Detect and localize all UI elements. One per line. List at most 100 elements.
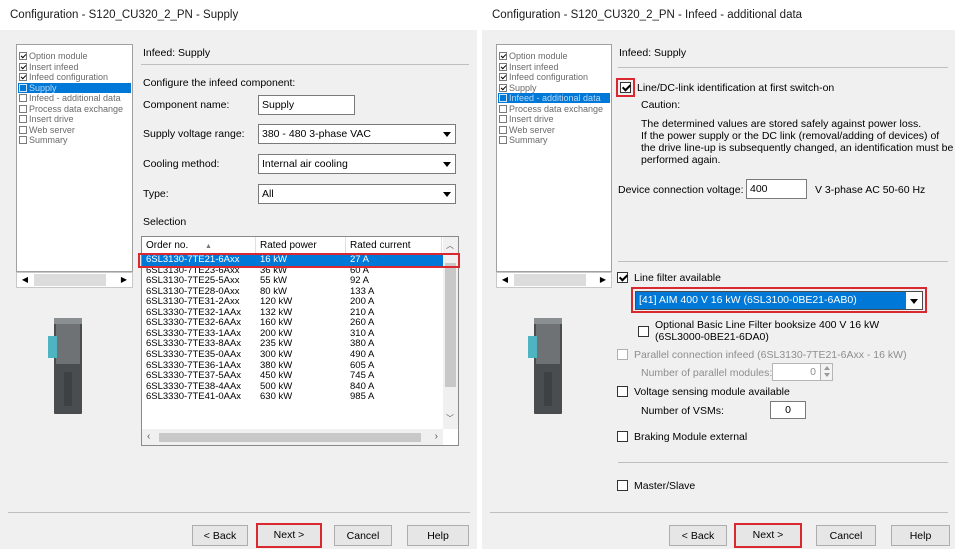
vertical-scroll-thumb[interactable]: [445, 263, 456, 387]
scroll-up-icon[interactable]: ︿: [446, 240, 454, 251]
table-row[interactable]: 6SL3330-7TE37-5AAx 450 kW 745 A: [142, 371, 445, 382]
nav-item[interactable]: Insert drive: [18, 114, 131, 124]
infeed-selection-table[interactable]: Order no. ▲ Rated power Rated current 6S…: [141, 236, 459, 446]
optional-filter-line-1: Optional Basic Line Filter booksize 400 …: [655, 319, 880, 331]
table-row[interactable]: 6SL3130-7TE21-6Axx 16 kW 27 A: [142, 254, 445, 266]
scroll-left-icon[interactable]: ◀: [17, 273, 33, 287]
nav-item[interactable]: Web server: [18, 125, 131, 135]
identification-checkbox[interactable]: [620, 82, 631, 93]
column-header-rated-current[interactable]: Rated current: [346, 237, 442, 254]
horizontal-scroll-thumb[interactable]: [159, 433, 421, 442]
nav-item[interactable]: Supply: [498, 83, 610, 93]
nav-item[interactable]: Insert drive: [498, 114, 610, 124]
table-cell: 490 A: [350, 348, 375, 360]
master-slave-checkbox[interactable]: [617, 480, 628, 491]
parallel-modules-value: 0: [810, 366, 816, 378]
table-header: Order no. ▲ Rated power Rated current: [142, 237, 458, 254]
component-name-input[interactable]: Supply: [258, 95, 355, 115]
table-horizontal-scrollbar[interactable]: ‹ ›: [142, 429, 443, 445]
sort-ascending-icon: ▲: [205, 243, 212, 250]
next-button[interactable]: Next >: [734, 523, 802, 548]
back-button[interactable]: < Back: [192, 525, 248, 546]
nav-item[interactable]: Infeed configuration: [498, 72, 610, 82]
nav-horizontal-scrollbar[interactable]: ◀ ▶: [16, 272, 133, 288]
scroll-down-icon[interactable]: ﹀: [446, 413, 454, 424]
table-row[interactable]: 6SL3330-7TE35-0AAx 300 kW 490 A: [142, 348, 445, 361]
chevron-down-icon[interactable]: [439, 155, 455, 173]
checkbox-empty-icon: [19, 104, 27, 113]
nav-item[interactable]: Insert infeed: [498, 62, 610, 72]
scroll-thumb[interactable]: [34, 274, 106, 286]
line-filter-checkbox[interactable]: [617, 272, 628, 283]
scroll-left-icon[interactable]: ◀: [497, 273, 513, 287]
checkbox-empty-icon: [19, 136, 27, 144]
window-title: Configuration - S120_CU320_2_PN - Supply: [0, 0, 477, 30]
chevron-down-icon[interactable]: [439, 125, 455, 143]
nav-item[interactable]: Infeed configuration: [18, 72, 131, 82]
nav-item-label: Process data exchange: [509, 103, 604, 114]
column-header-order-no[interactable]: Order no. ▲: [142, 237, 256, 254]
table-vertical-scrollbar[interactable]: ︿ ﹀: [443, 237, 458, 429]
cancel-button[interactable]: Cancel: [816, 525, 876, 546]
vsm-count-input[interactable]: 0: [770, 401, 806, 419]
spinner-arrows-icon[interactable]: [820, 364, 832, 380]
scroll-left-icon[interactable]: ‹: [147, 431, 150, 442]
back-button[interactable]: < Back: [669, 525, 727, 546]
voltage-sensing-checkbox[interactable]: [617, 386, 628, 397]
nav-item[interactable]: Insert infeed: [18, 62, 131, 72]
line-module-image: [48, 318, 88, 414]
nav-item[interactable]: Summary: [18, 135, 131, 145]
section-separator: [618, 261, 948, 262]
table-row[interactable]: 6SL3330-7TE41-0AAx 630 kW 985 A: [142, 392, 445, 403]
line-module-image: [528, 318, 568, 414]
section-title: Infeed: Supply: [619, 47, 687, 59]
supply-voltage-select[interactable]: 380 - 480 3-phase VAC: [258, 124, 456, 144]
device-voltage-label: Device connection voltage:: [618, 184, 744, 196]
scroll-thumb[interactable]: [514, 274, 586, 286]
scroll-right-icon[interactable]: ›: [435, 431, 438, 442]
chevron-down-icon[interactable]: [439, 185, 455, 203]
type-select[interactable]: All: [258, 184, 456, 204]
nav-item-label: Process data exchange: [29, 103, 124, 114]
cooling-method-value: Internal air cooling: [262, 158, 348, 170]
cancel-button[interactable]: Cancel: [334, 525, 392, 546]
nav-item[interactable]: Summary: [498, 135, 610, 145]
nav-item[interactable]: Supply: [18, 82, 131, 93]
scroll-right-icon[interactable]: ▶: [116, 273, 132, 287]
parallel-modules-spinner[interactable]: 0: [772, 363, 833, 381]
nav-item[interactable]: Process data exchange: [498, 104, 610, 114]
footer-separator: [490, 512, 948, 513]
nav-item[interactable]: Process data exchange: [18, 104, 131, 114]
nav-item[interactable]: Web server: [498, 125, 610, 135]
type-label: Type:: [143, 188, 169, 200]
header-separator: [141, 64, 469, 65]
nav-item-label: Option module: [29, 51, 88, 61]
device-voltage-input[interactable]: 400: [746, 179, 807, 199]
help-button[interactable]: Help: [407, 525, 469, 546]
nav-item-label: Web server: [29, 124, 75, 135]
column-header-rated-power[interactable]: Rated power: [256, 237, 346, 254]
nav-item[interactable]: Option module: [18, 51, 131, 61]
optional-basic-filter-checkbox[interactable]: [638, 326, 649, 337]
checkbox-empty-icon: [19, 83, 27, 92]
braking-module-checkbox[interactable]: [617, 431, 628, 442]
table-cell: 450 kW: [260, 370, 293, 382]
nav-item-label: Insert infeed: [509, 61, 559, 72]
checkbox-empty-icon: [499, 104, 507, 113]
checkbox-empty-icon: [499, 136, 507, 144]
help-button[interactable]: Help: [891, 525, 950, 546]
line-filter-select[interactable]: [41] AIM 400 V 16 kW (6SL3100-0BE21-6AB0…: [635, 291, 923, 310]
navigation-tree: Option module Insert infeed Infeed configu…: [496, 44, 612, 272]
window-title: Configuration - S120_CU320_2_PN - Infeed…: [482, 0, 955, 30]
nav-item[interactable]: Infeed - additional data: [498, 93, 610, 103]
nav-horizontal-scrollbar[interactable]: ◀ ▶: [496, 272, 612, 288]
chevron-down-icon[interactable]: [906, 292, 922, 309]
scroll-right-icon[interactable]: ▶: [595, 273, 611, 287]
nav-item[interactable]: Infeed - additional data: [18, 93, 131, 103]
nav-item[interactable]: Option module: [498, 51, 610, 61]
table-cell: 6SL3130-7TE21-6Axx: [146, 254, 240, 265]
cooling-method-select[interactable]: Internal air cooling: [258, 154, 456, 174]
parallel-connection-checkbox[interactable]: [617, 349, 628, 360]
next-button[interactable]: Next >: [256, 523, 322, 548]
infeed-additional-data-dialog: Configuration - S120_CU320_2_PN - Infeed…: [482, 0, 955, 549]
